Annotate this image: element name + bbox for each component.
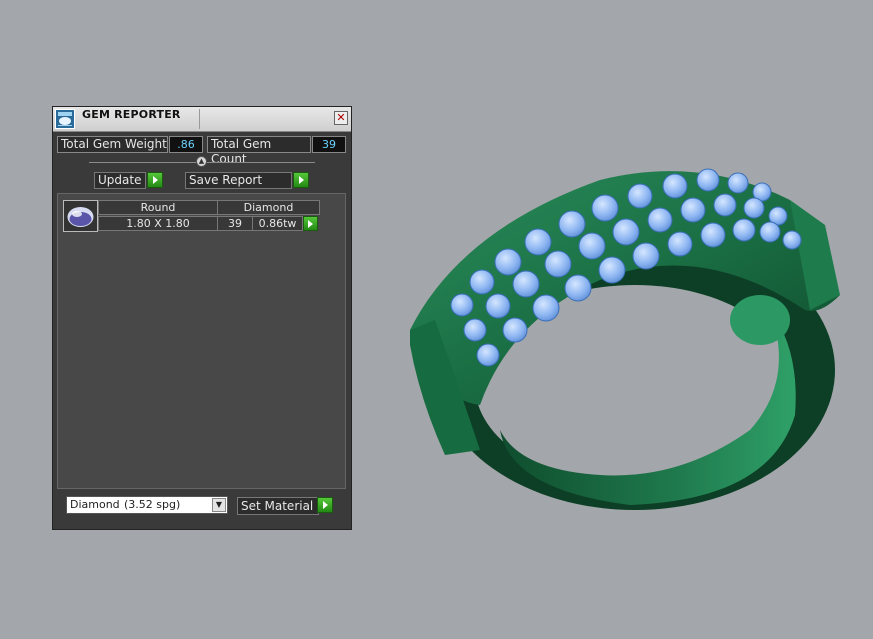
gem-reporter-icon xyxy=(55,109,75,129)
slider-knob-icon[interactable]: ▲ xyxy=(196,156,207,167)
total-gem-weight-value: .86 xyxy=(169,136,203,153)
material-select-spg: (3.52 spg) xyxy=(124,498,181,511)
update-go-icon[interactable] xyxy=(147,172,163,188)
gem-count-cell: 39 xyxy=(217,216,253,231)
set-material-button[interactable]: Set Material xyxy=(237,497,319,515)
total-gem-count-value: 39 xyxy=(312,136,346,153)
set-material-go-icon[interactable] xyxy=(317,497,333,513)
gem-reporter-panel: GEM REPORTER ✕ Total Gem Weight .86 Tota… xyxy=(52,106,352,530)
material-select[interactable]: Diamond (3.52 spg) ▼ xyxy=(66,496,228,514)
ring-inner-highlight xyxy=(730,295,790,345)
total-gem-count-label: Total Gem Count xyxy=(207,136,311,166)
title-divider xyxy=(199,109,200,129)
panel-title: GEM REPORTER xyxy=(82,108,181,121)
total-gem-weight-label: Total Gem Weight xyxy=(57,136,168,153)
gem-row-go-icon[interactable] xyxy=(303,216,318,231)
update-button[interactable]: Update xyxy=(94,172,146,189)
save-report-button[interactable]: Save Report xyxy=(185,172,292,189)
ring-model-viewport[interactable] xyxy=(400,150,850,530)
chevron-down-icon[interactable]: ▼ xyxy=(212,498,226,512)
material-select-value: Diamond xyxy=(70,498,120,511)
gem-size-cell: 1.80 X 1.80 xyxy=(98,216,218,231)
save-report-go-icon[interactable] xyxy=(293,172,309,188)
title-bar[interactable]: GEM REPORTER ✕ xyxy=(53,107,351,132)
gem-material-cell: Diamond xyxy=(217,200,320,215)
close-icon[interactable]: ✕ xyxy=(334,111,348,125)
gem-weight-cell: 0.86tw xyxy=(252,216,303,231)
gem-shape-cell: Round xyxy=(98,200,218,215)
gem-list: Round Diamond 1.80 X 1.80 39 0.86tw xyxy=(57,193,346,489)
round-gem-icon xyxy=(63,200,98,232)
